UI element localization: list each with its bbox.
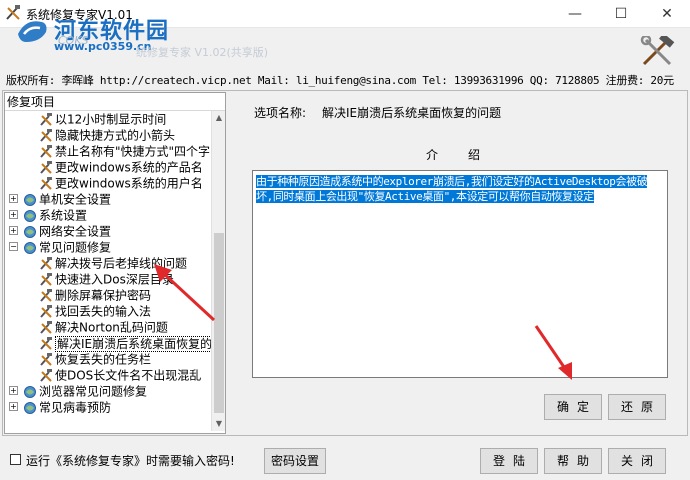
tree-item-label: 隐藏快捷方式的小箭头	[55, 128, 176, 143]
tool-icon	[40, 320, 52, 334]
intro-heading: 介绍	[426, 148, 511, 162]
tree-item-label: 常见问题修复	[39, 240, 112, 255]
tree-item-label: 以12小时制显示时间	[55, 112, 167, 127]
tree-item-label: 解决Norton乱码问题	[55, 320, 168, 335]
restore-button[interactable]: 还原	[608, 394, 666, 420]
tool-icon	[40, 256, 52, 270]
repair-items-panel: 修复项目 以12小时制显示时间 隐藏快捷方式的小箭头 禁止名称有"快捷方式"四个字更…	[4, 92, 226, 434]
tree-item[interactable]: 常见问题修复	[23, 239, 111, 255]
tree-item[interactable]: 使DOS长文件名不出现混乱	[39, 367, 201, 383]
tool-icon	[40, 288, 52, 302]
tree-item-label: 解决拨号后老掉线的问题	[55, 256, 188, 271]
scroll-up-icon[interactable]: ▲	[212, 111, 226, 125]
repair-tree[interactable]: 以12小时制显示时间 隐藏快捷方式的小箭头 禁止名称有"快捷方式"四个字 更改wind…	[5, 111, 211, 431]
tree-scrollbar[interactable]: ▲ ▼	[211, 111, 225, 431]
option-name-label: 选项名称:	[254, 106, 307, 120]
tree-item[interactable]: 单机安全设置	[23, 191, 111, 207]
tree-item-label: 解决IE崩溃后系统桌面恢复的	[55, 335, 211, 352]
watermark-faint-text: COKS	[58, 34, 89, 47]
tool-icon	[40, 128, 52, 142]
scroll-down-icon[interactable]: ▼	[212, 417, 226, 431]
tool-icon	[40, 272, 52, 286]
tree-item[interactable]: 浏览器常见问题修复	[23, 383, 147, 399]
tree-item[interactable]: 系统设置	[23, 207, 87, 223]
tree-item-label: 网络安全设置	[39, 224, 112, 239]
tree-item[interactable]: 恢复丢失的任务栏	[39, 351, 151, 367]
copyright-info: 版权所有: 李晖峰 http://createch.vicp.net Mail:…	[6, 74, 674, 87]
password-settings-button[interactable]: 密码设置	[264, 448, 326, 474]
tree-expander[interactable]: +	[9, 226, 18, 235]
folder-icon	[24, 401, 36, 414]
tree-item-label: 更改windows系统的产品名	[55, 160, 203, 175]
description-box[interactable]: 由于种种原因造成系统中的explorer崩溃后,我们设定好的ActiveDesk…	[252, 170, 668, 378]
tree-item[interactable]: 解决Norton乱码问题	[39, 319, 168, 335]
minimize-button[interactable]: —	[552, 0, 598, 28]
tree-item-label: 恢复丢失的任务栏	[55, 352, 152, 367]
require-password-checkbox[interactable]	[10, 454, 21, 465]
hammer-wrench-icon	[640, 36, 675, 66]
tool-icon	[40, 368, 52, 382]
version-faint-text: 统修复专家 V1.02(共享版)	[136, 46, 269, 59]
description-text: 由于种种原因造成系统中的explorer崩溃后,我们设定好的ActiveDesk…	[256, 175, 648, 203]
tree-item-label: 常见病毒预防	[39, 400, 112, 415]
tree-item[interactable]: 禁止名称有"快捷方式"四个字	[39, 143, 210, 159]
tree-item[interactable]: 找回丢失的输入法	[39, 303, 151, 319]
tree-item[interactable]: 快速进入Dos深层目录	[39, 271, 174, 287]
tree-item-label: 浏览器常见问题修复	[39, 384, 148, 399]
tree-item-label: 系统设置	[39, 208, 88, 223]
tree-item[interactable]: 隐藏快捷方式的小箭头	[39, 127, 175, 143]
tree-item[interactable]: 解决IE崩溃后系统桌面恢复的	[39, 335, 211, 352]
tree-item[interactable]: 解决拨号后老掉线的问题	[39, 255, 187, 271]
tree-expander[interactable]: +	[9, 194, 18, 203]
ok-button[interactable]: 确定	[544, 394, 602, 420]
maximize-button[interactable]: ☐	[598, 0, 644, 28]
tree-item[interactable]: 删除屏幕保护密码	[39, 287, 151, 303]
tree-expander[interactable]: +	[9, 210, 18, 219]
tree-item[interactable]: 更改windows系统的产品名	[39, 159, 203, 175]
tree-item-label: 删除屏幕保护密码	[55, 288, 152, 303]
tool-icon	[40, 176, 52, 190]
login-button[interactable]: 登陆	[480, 448, 538, 474]
close-window-button[interactable]: ✕	[644, 0, 690, 28]
tree-expander[interactable]: +	[9, 386, 18, 395]
tree-item[interactable]: 常见病毒预防	[23, 399, 111, 415]
tree-item[interactable]: 网络安全设置	[23, 223, 111, 239]
tree-item-label: 单机安全设置	[39, 192, 112, 207]
watermark-logo-icon	[18, 21, 47, 42]
tree-item-label: 找回丢失的输入法	[55, 304, 152, 319]
tool-icon	[40, 352, 52, 366]
folder-icon	[24, 193, 36, 206]
tool-icon	[40, 160, 52, 174]
folder-icon	[24, 241, 36, 254]
tool-icon	[40, 304, 52, 318]
tree-item-label: 使DOS长文件名不出现混乱	[55, 368, 202, 383]
tree-item[interactable]: 更改windows系统的用户名	[39, 175, 203, 191]
folder-icon	[24, 385, 36, 398]
tool-icon	[40, 336, 52, 350]
require-password-label[interactable]: 运行《系统修复专家》时需要输入密码!	[26, 452, 235, 469]
panel-header: 修复项目	[5, 93, 225, 111]
help-button[interactable]: 帮助	[544, 448, 602, 474]
tree-item-label: 快速进入Dos深层目录	[55, 272, 174, 287]
tree-expander[interactable]: +	[9, 402, 18, 411]
folder-icon	[24, 209, 36, 222]
tree-item-label: 禁止名称有"快捷方式"四个字	[55, 144, 211, 159]
tree-expander[interactable]: −	[9, 242, 18, 251]
tree-item-label: 更改windows系统的用户名	[55, 176, 203, 191]
tree-item[interactable]: 以12小时制显示时间	[39, 111, 166, 127]
close-button[interactable]: 关闭	[608, 448, 666, 474]
folder-icon	[24, 225, 36, 238]
tool-icon	[40, 112, 52, 126]
scroll-thumb[interactable]	[214, 233, 224, 413]
tool-icon	[40, 144, 52, 158]
option-name-value: 解决IE崩溃后系统桌面恢复的问题	[322, 106, 502, 120]
